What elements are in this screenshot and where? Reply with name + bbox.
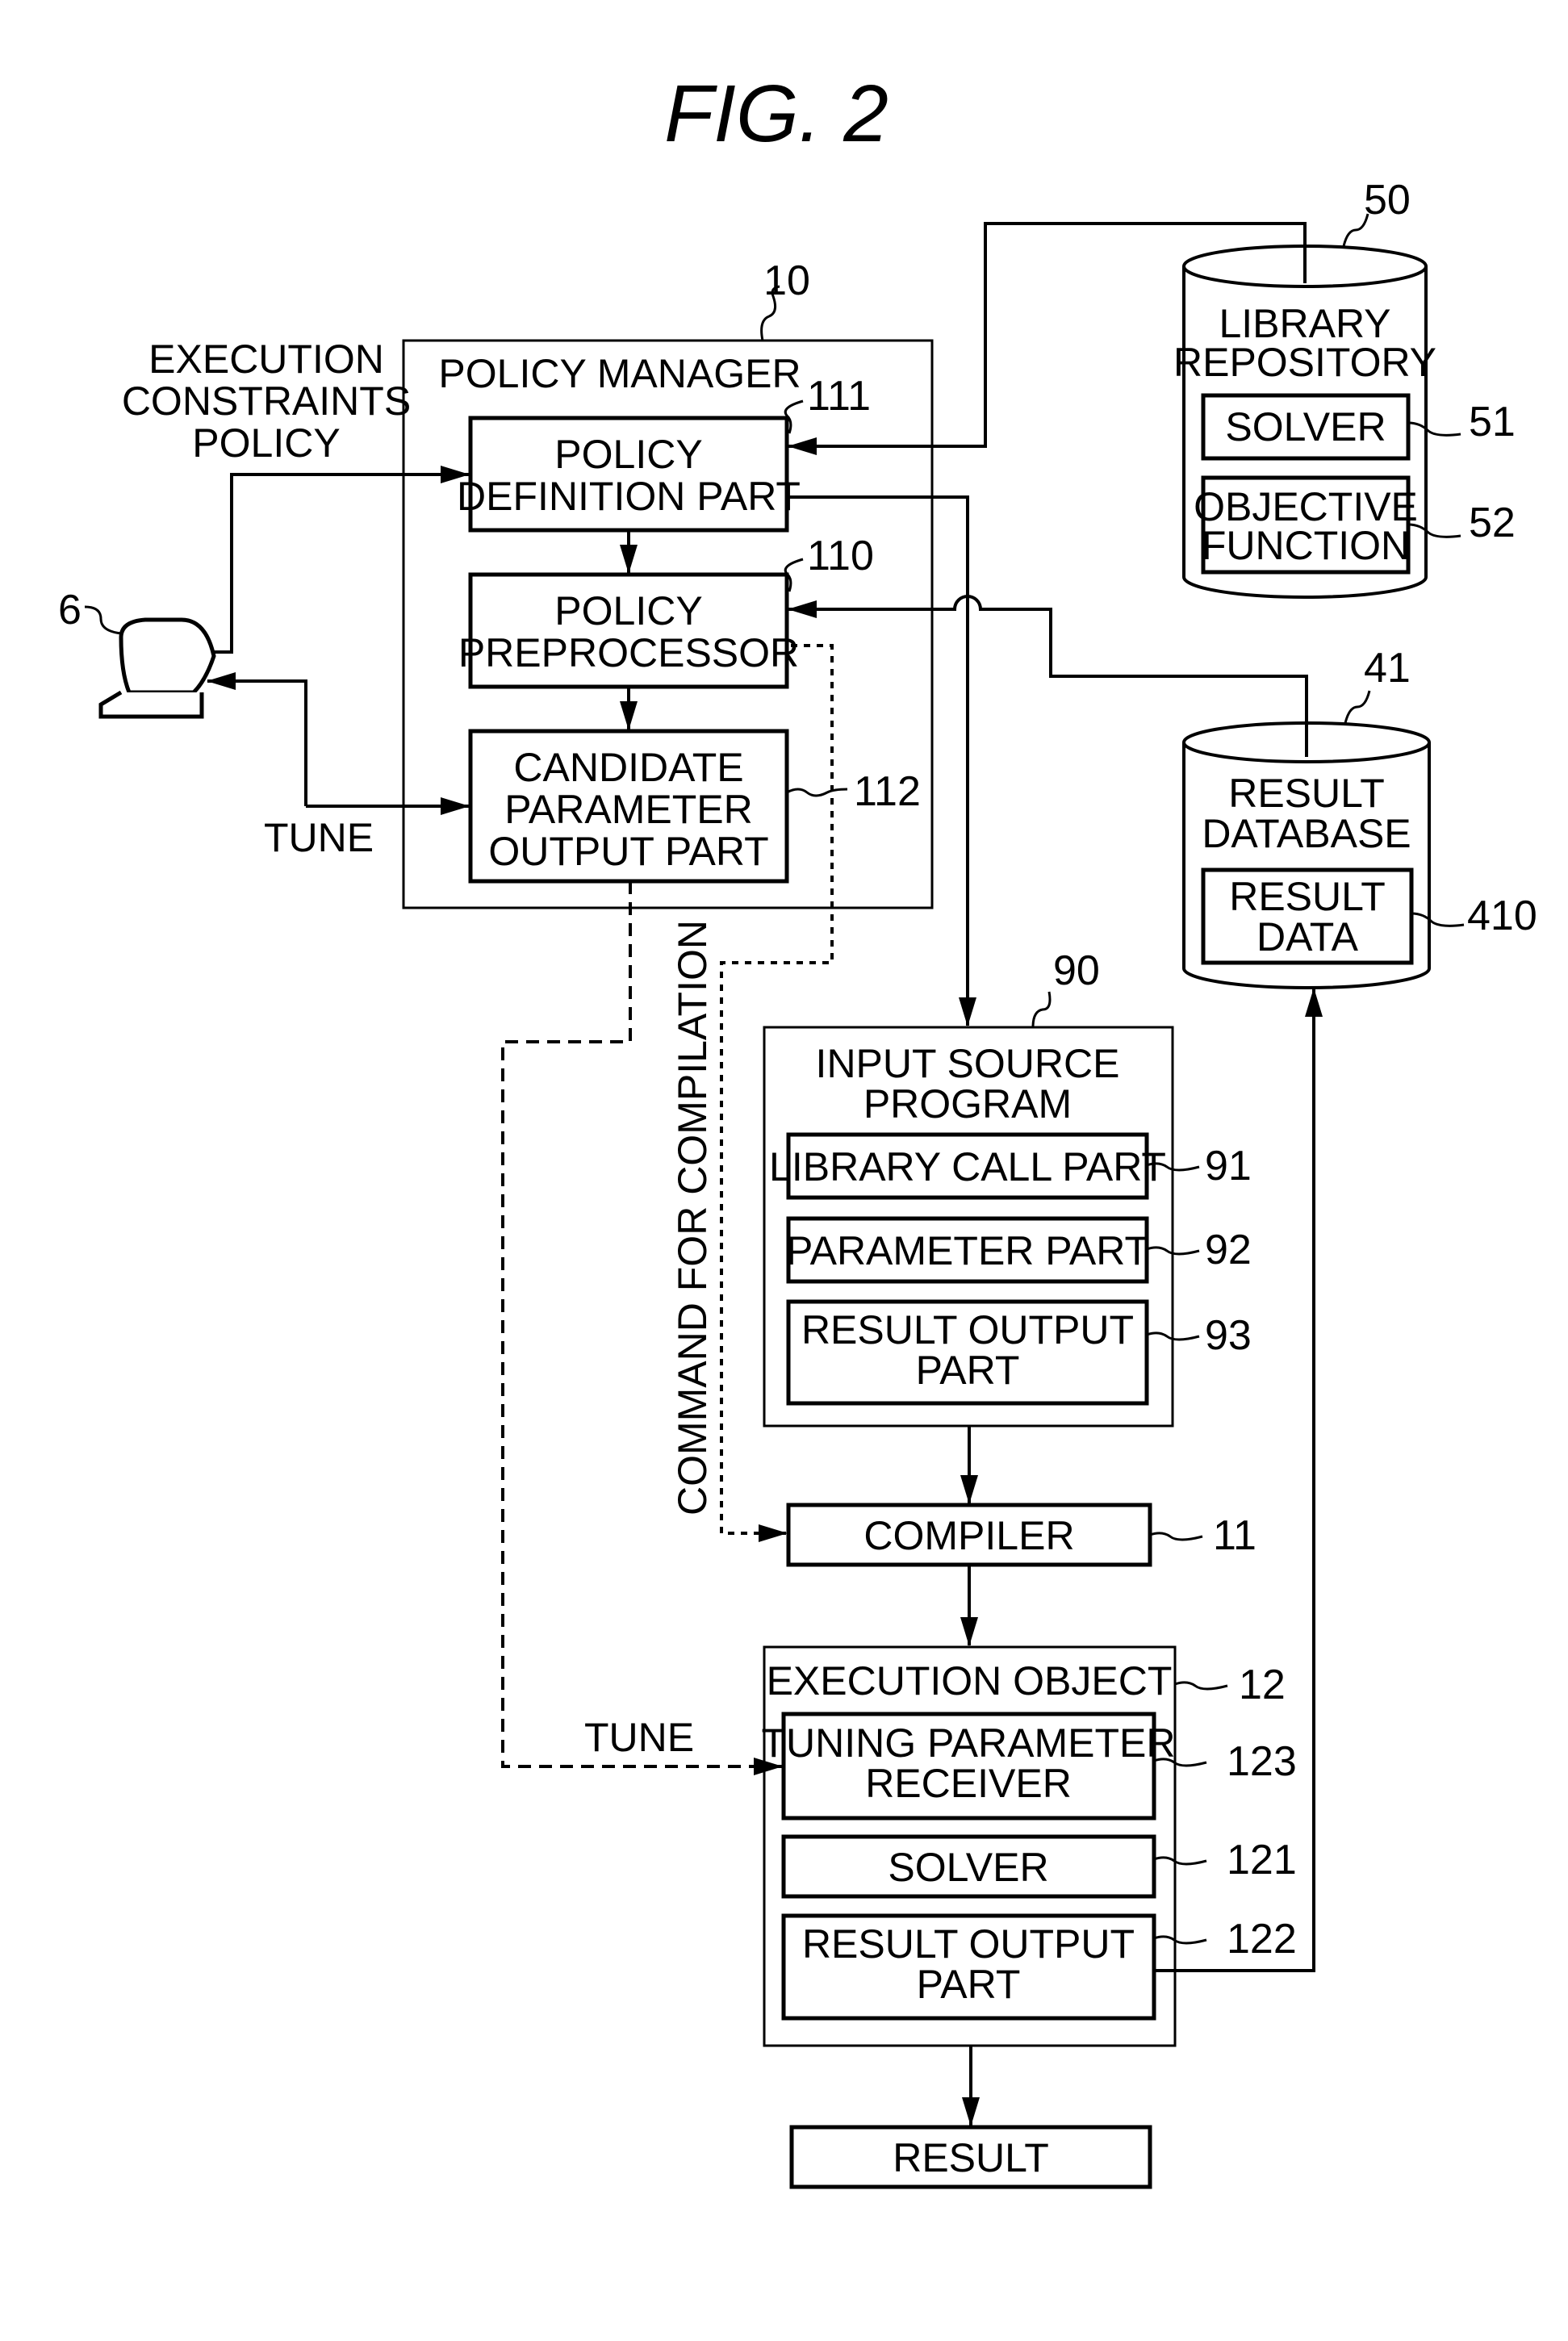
execution-solver[interactable]: SOLVER bbox=[781, 1834, 1156, 1899]
parameter-part[interactable]: PARAMETER PART bbox=[786, 1216, 1149, 1284]
leader-112 bbox=[786, 788, 848, 797]
ref-11: 11 bbox=[1213, 1512, 1256, 1559]
ref-110: 110 bbox=[807, 533, 874, 579]
ref-50: 50 bbox=[1364, 177, 1411, 224]
result-data-line1: RESULT bbox=[1229, 874, 1386, 919]
policy-manager-label: POLICY MANAGER bbox=[438, 351, 801, 396]
source-result-output-line1: RESULT OUTPUT bbox=[801, 1307, 1134, 1352]
ref-121: 121 bbox=[1227, 1837, 1297, 1883]
library-call-label: LIBRARY CALL PART bbox=[769, 1144, 1166, 1189]
ref-112: 112 bbox=[854, 768, 921, 815]
arrow-tune-to-terminal bbox=[207, 672, 307, 806]
constraints-line3: POLICY bbox=[192, 420, 340, 466]
policy-preprocessor[interactable]: POLICY PREPROCESSOR bbox=[458, 572, 799, 689]
leader-6 bbox=[84, 605, 122, 635]
leader-122 bbox=[1153, 1935, 1207, 1945]
compiler-label: COMPILER bbox=[863, 1513, 1074, 1558]
execution-solver-label: SOLVER bbox=[888, 1845, 1048, 1890]
result-box[interactable]: RESULT bbox=[789, 2125, 1152, 2189]
tune-label-top: TUNE bbox=[264, 815, 374, 860]
ref-123: 123 bbox=[1227, 1738, 1297, 1785]
library-solver-label: SOLVER bbox=[1225, 404, 1386, 449]
exec-result-output-line1: RESULT OUTPUT bbox=[802, 1921, 1135, 1967]
tuning-line2: RECEIVER bbox=[865, 1761, 1072, 1806]
result-data-line2: DATA bbox=[1256, 914, 1359, 959]
library-call-part[interactable]: LIBRARY CALL PART bbox=[769, 1132, 1166, 1200]
policy-preprocessor-line2: PREPROCESSOR bbox=[458, 630, 799, 675]
policy-preprocessor-line1: POLICY bbox=[554, 588, 702, 633]
candidate-line3: OUTPUT PART bbox=[488, 829, 768, 874]
ref-410: 410 bbox=[1467, 893, 1537, 939]
ref-91: 91 bbox=[1205, 1143, 1252, 1189]
result-output-part-source[interactable]: RESULT OUTPUT PART bbox=[786, 1299, 1149, 1406]
constraints-line1: EXECUTION bbox=[148, 337, 384, 382]
arrow-terminal-to-definition bbox=[214, 466, 470, 654]
result-output-part-execution[interactable]: RESULT OUTPUT PART bbox=[781, 1913, 1156, 2021]
tune-label-bottom: TUNE bbox=[584, 1715, 694, 1760]
ref-90: 90 bbox=[1053, 947, 1100, 994]
library-repository-line2: REPOSITORY bbox=[1173, 340, 1436, 385]
exec-result-output-line2: PART bbox=[917, 1962, 1021, 2007]
candidate-line2: PARAMETER bbox=[504, 787, 752, 832]
execution-object-label: EXECUTION OBJECT bbox=[767, 1658, 1173, 1703]
result-database-line1: RESULT bbox=[1228, 771, 1385, 816]
ref-10: 10 bbox=[763, 257, 810, 304]
ref-122: 122 bbox=[1227, 1916, 1297, 1963]
ref-12: 12 bbox=[1239, 1662, 1286, 1708]
figure-title: FIG. 2 bbox=[664, 69, 889, 159]
arrow-output-to-database bbox=[1154, 988, 1323, 1972]
terminal-icon[interactable] bbox=[98, 617, 216, 719]
policy-definition-line2: DEFINITION PART bbox=[457, 474, 801, 519]
source-result-output-line2: PART bbox=[916, 1348, 1020, 1393]
compiler[interactable]: COMPILER bbox=[786, 1503, 1152, 1567]
policy-definition-line1: POLICY bbox=[554, 432, 702, 477]
parameter-part-label: PARAMETER PART bbox=[786, 1228, 1149, 1273]
tuning-parameter-receiver[interactable]: TUNING PARAMETER RECEIVER bbox=[762, 1712, 1176, 1821]
result-label: RESULT bbox=[893, 2135, 1049, 2180]
input-source-line2: PROGRAM bbox=[863, 1081, 1072, 1127]
leader-90 bbox=[1031, 991, 1052, 1028]
candidate-line1: CANDIDATE bbox=[513, 745, 743, 790]
constraints-line2: CONSTRAINTS bbox=[122, 378, 411, 424]
policy-definition-part[interactable]: POLICY DEFINITION PART bbox=[457, 416, 801, 533]
ref-111: 111 bbox=[807, 373, 871, 420]
input-source-line1: INPUT SOURCE bbox=[816, 1041, 1120, 1086]
execution-constraints-policy-label: EXECUTION CONSTRAINTS POLICY bbox=[122, 337, 411, 466]
ref-6: 6 bbox=[58, 587, 82, 633]
leader-41 bbox=[1344, 690, 1371, 724]
library-solver[interactable]: SOLVER bbox=[1201, 393, 1411, 461]
ref-51: 51 bbox=[1469, 399, 1516, 445]
objective-function[interactable]: OBJECTIVE FUNCTION bbox=[1194, 475, 1418, 575]
candidate-parameter-output-part[interactable]: CANDIDATE PARAMETER OUTPUT PART bbox=[468, 729, 789, 884]
ref-92: 92 bbox=[1205, 1227, 1252, 1273]
tuning-line1: TUNING PARAMETER bbox=[762, 1720, 1176, 1766]
result-database-line2: DATABASE bbox=[1202, 811, 1411, 856]
ref-41: 41 bbox=[1364, 645, 1411, 692]
leader-12 bbox=[1174, 1681, 1228, 1691]
result-data[interactable]: RESULT DATA bbox=[1201, 867, 1414, 965]
ref-52: 52 bbox=[1469, 500, 1516, 546]
leader-11 bbox=[1149, 1532, 1203, 1541]
leader-121 bbox=[1153, 1856, 1207, 1866]
ref-93: 93 bbox=[1205, 1312, 1252, 1359]
arrow-tune-to-receiver bbox=[501, 881, 783, 1775]
objective-line2: FUNCTION bbox=[1202, 523, 1410, 568]
command-for-compilation-label: COMMAND FOR COMPILATION bbox=[670, 920, 715, 1515]
